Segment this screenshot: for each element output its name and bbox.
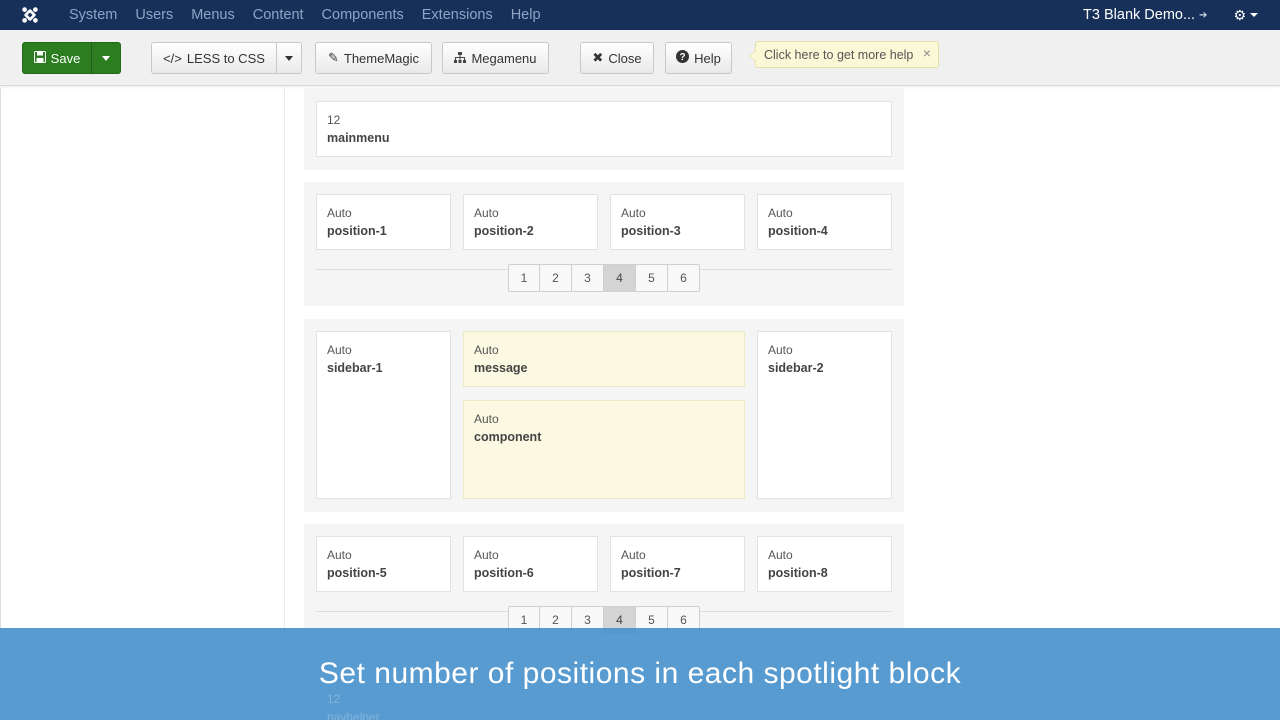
nav-item-users[interactable]: Users [126,0,182,30]
gear-icon: ⚙ [1233,6,1246,23]
position-name: position-5 [327,566,387,580]
count-option-3[interactable]: 3 [572,264,604,292]
layout-position[interactable]: Auto position-7 [610,536,745,592]
help-tooltip[interactable]: Click here to get more help × [749,41,939,68]
less-to-css-label: LESS to CSS [186,50,265,66]
help-tooltip-text: Click here to get more help [764,47,914,62]
nav-item-system[interactable]: System [60,0,126,30]
toolbar: Save </> LESS to CSS ✎ ThemeMagic Megame… [0,30,1280,86]
position-size: Auto [327,206,352,220]
position-size: Auto [621,548,646,562]
position-name: message [474,361,528,375]
count-option-6[interactable]: 6 [668,264,700,292]
close-icon: ✖ [592,50,604,65]
nav-item-extensions[interactable]: Extensions [413,0,502,30]
svg-text:?: ? [680,52,686,63]
close-icon[interactable]: × [923,45,931,61]
position-size: Auto [621,206,646,220]
less-to-css-button[interactable]: </> LESS to CSS [151,42,277,74]
video-caption: Set number of positions in each spotligh… [0,628,1280,720]
position-size: 12 [327,113,341,127]
position-name: position-2 [474,224,534,238]
count-option-4[interactable]: 4 [604,264,636,292]
position-name: component [474,430,542,444]
layout-position[interactable]: Auto position-8 [757,536,892,592]
position-name: position-6 [474,566,534,580]
sitemap-icon [454,51,467,66]
layout-position[interactable]: Auto position-4 [757,194,892,250]
layout-position[interactable]: Auto position-6 [463,536,598,592]
position-size: Auto [768,343,793,357]
position-size: Auto [474,343,499,357]
help-label: Help [694,50,721,66]
layout-position-message[interactable]: Auto message [463,331,745,387]
nav-item-menus[interactable]: Menus [182,0,244,30]
joomla-logo-icon[interactable] [0,0,60,30]
floppy-disk-icon [33,50,46,66]
position-size: Auto [327,343,352,357]
position-size: Auto [768,548,793,562]
position-size: Auto [327,548,352,562]
nav-menu: System Users Menus Content Components Ex… [60,0,550,30]
count-option-5[interactable]: 5 [636,264,668,292]
caret-down-icon [102,55,110,61]
layout-position[interactable]: Auto position-5 [316,536,451,592]
caret-down-icon [285,55,293,61]
hidden-position-behind-caption: 12 navhelper [327,690,380,720]
megamenu-label: Megamenu [471,50,537,66]
position-name: sidebar-1 [327,361,383,375]
help-button[interactable]: ? Help [665,42,732,74]
site-name: T3 Blank Demo... [1083,7,1196,23]
position-name: position-3 [621,224,681,238]
layout-position[interactable]: Auto sidebar-2 [757,331,892,499]
position-name: position-4 [768,224,828,238]
save-options-toggle[interactable] [91,42,121,74]
external-link-icon: ➔ [1199,9,1208,21]
position-size: Auto [768,206,793,220]
position-name: navhelper [327,710,380,720]
admin-navbar: System Users Menus Content Components Ex… [0,0,1280,30]
count-option-1[interactable]: 1 [508,264,540,292]
position-size: 12 [327,692,341,706]
layout-position[interactable]: Auto position-1 [316,194,451,250]
position-name: position-8 [768,566,828,580]
close-label: Close [608,50,642,66]
chevron-down-icon [1250,13,1258,17]
position-size: Auto [474,206,499,220]
position-name: mainmenu [327,131,390,145]
megamenu-button[interactable]: Megamenu [442,42,549,74]
layout-position[interactable]: Auto sidebar-1 [316,331,451,499]
nav-item-help[interactable]: Help [502,0,550,30]
nav-item-content[interactable]: Content [244,0,313,30]
position-name: position-7 [621,566,681,580]
question-circle-icon: ? [676,50,690,66]
spotlight-1-position-count: 1 2 3 4 5 6 [508,264,700,292]
caption-text: Set number of positions in each spotligh… [318,657,962,690]
less-options-toggle[interactable] [276,42,302,74]
position-size: Auto [474,412,499,426]
code-icon: </> [163,50,182,66]
joomla-icon [22,7,38,23]
thememagic-button[interactable]: ✎ ThemeMagic [315,42,432,74]
page-border [0,87,1,720]
nav-item-components[interactable]: Components [313,0,413,30]
layout-position-component[interactable]: Auto component [463,400,745,499]
position-name: sidebar-2 [768,361,824,375]
layout-position[interactable]: Auto position-3 [610,194,745,250]
close-button[interactable]: ✖ Close [580,42,654,74]
save-button[interactable]: Save [22,42,92,74]
thememagic-label: ThemeMagic [343,50,420,66]
position-size: Auto [474,548,499,562]
layout-position[interactable]: Auto position-2 [463,194,598,250]
save-label: Save [50,50,81,66]
pencil-icon: ✎ [327,50,339,65]
position-name: position-1 [327,224,387,238]
layout-border [284,87,285,720]
nav-right: T3 Blank Demo... ➔ ⚙ [1083,0,1280,30]
count-option-2[interactable]: 2 [540,264,572,292]
user-menu-toggle[interactable]: ⚙ [1233,7,1258,24]
layout-position-mainmenu[interactable]: 12 mainmenu [316,101,892,157]
site-preview-link[interactable]: T3 Blank Demo... ➔ [1083,7,1207,23]
